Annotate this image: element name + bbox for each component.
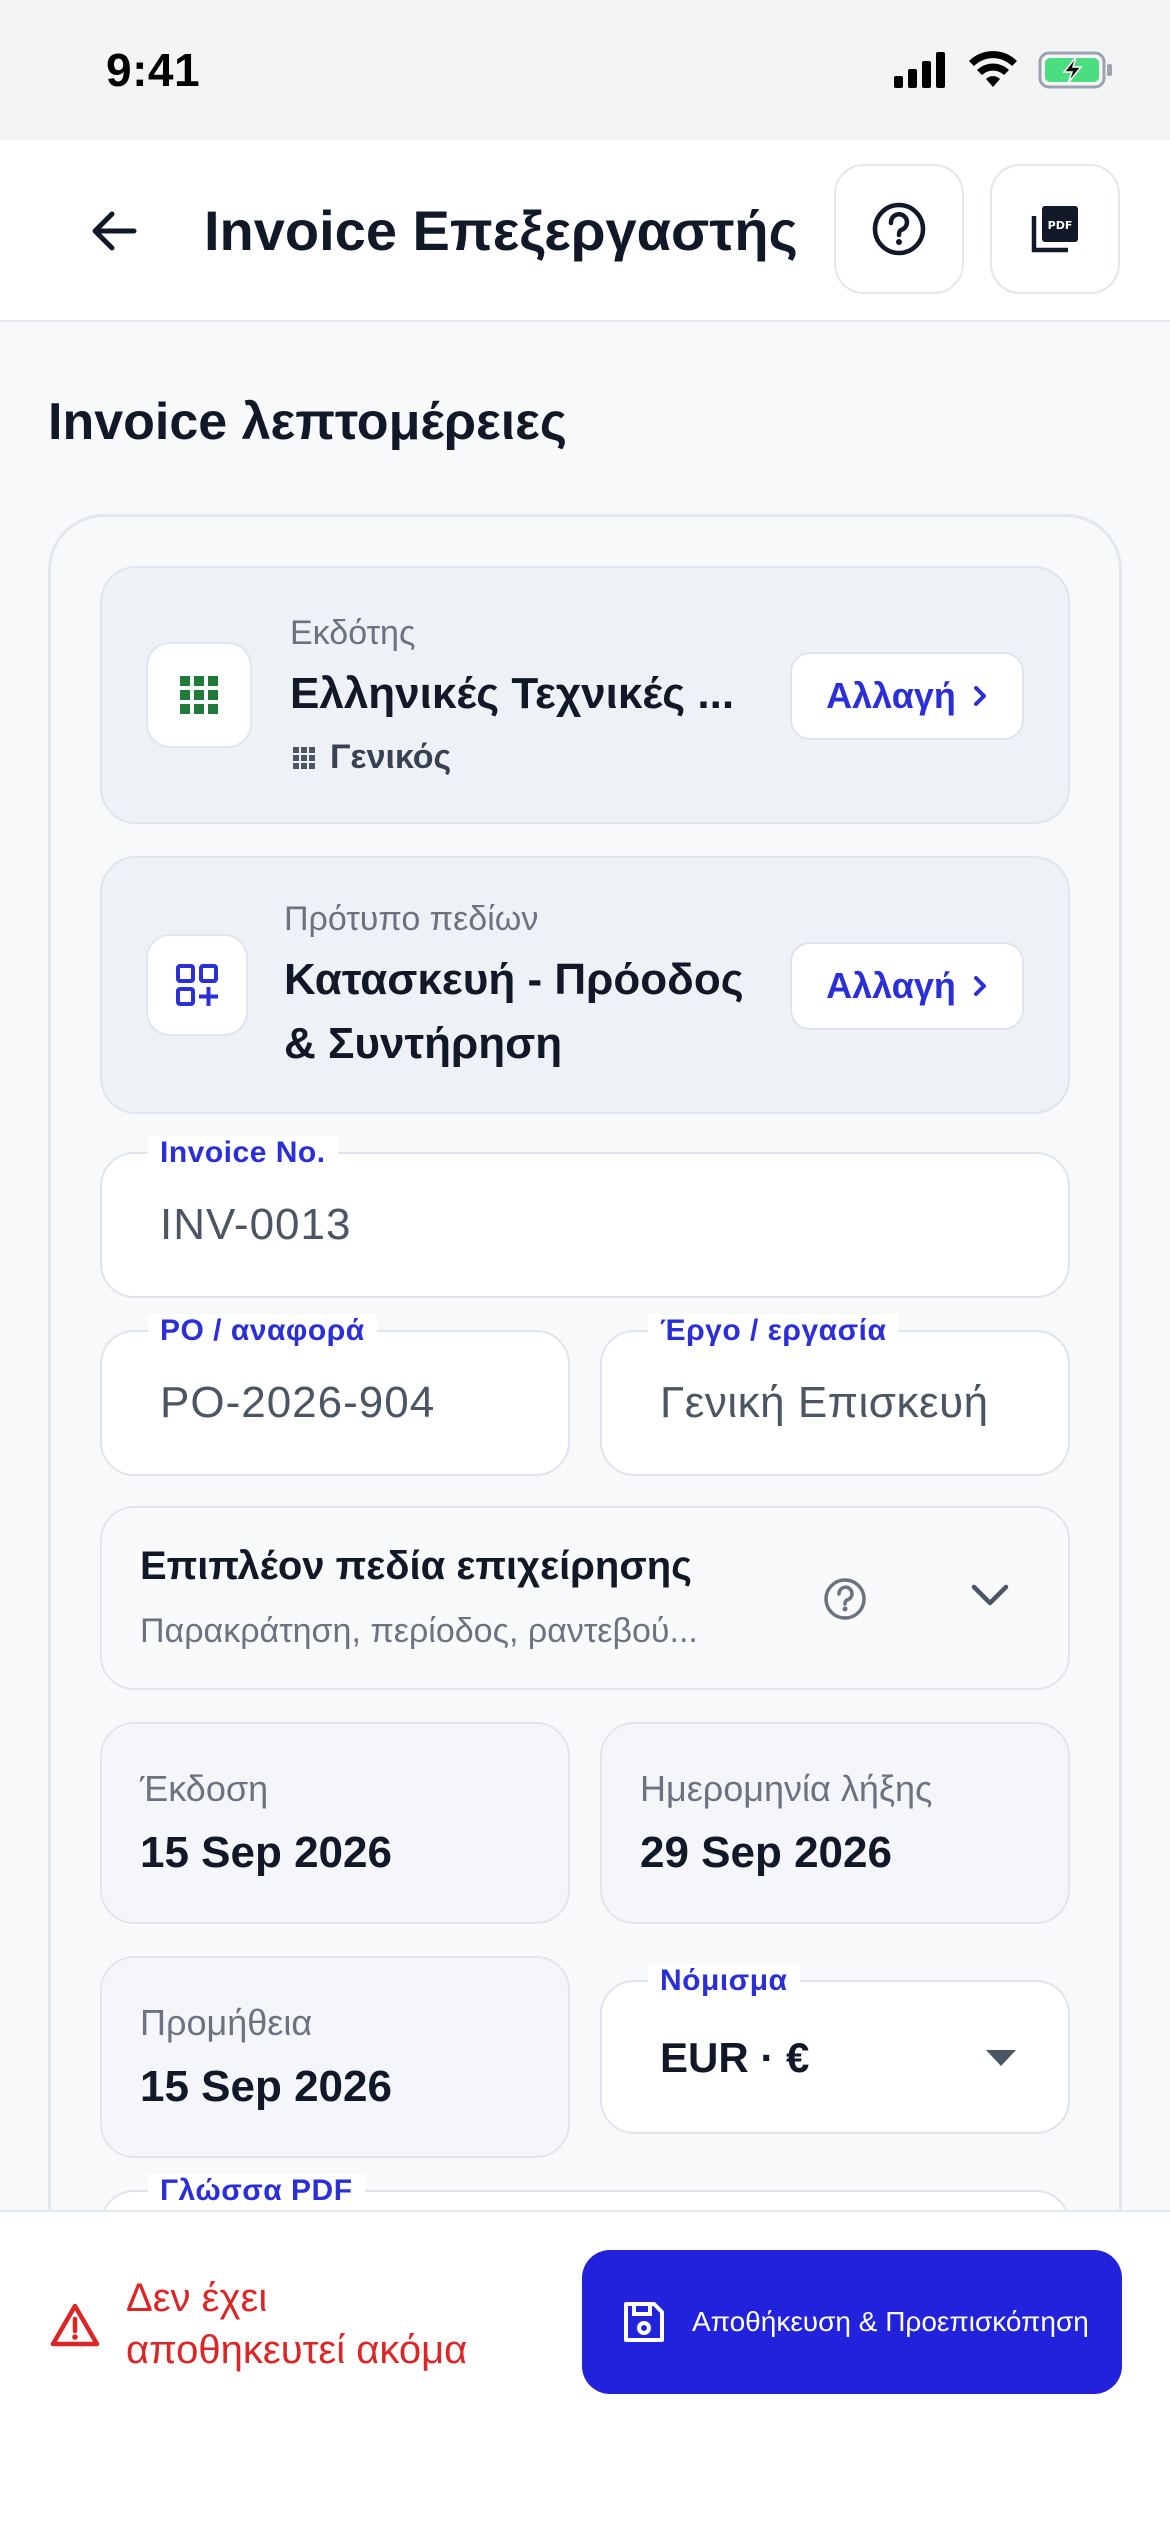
po-reference-field[interactable]: PO / αναφορά PO-2026-904 bbox=[100, 1314, 570, 1476]
supply-date-field[interactable]: Προμήθεια 15 Sep 2026 bbox=[100, 1956, 570, 2158]
expand-button[interactable] bbox=[970, 1582, 1010, 1613]
issue-date-value: 15 Sep 2026 bbox=[140, 1828, 392, 1877]
battery-charging-icon bbox=[1038, 51, 1112, 89]
invoice-number-label: Invoice No. bbox=[148, 1136, 338, 1170]
issuer-category-label: Γενικός bbox=[330, 738, 452, 776]
unsaved-warning-line2: αποθηκευτεί ακόμα bbox=[126, 2328, 468, 2372]
po-reference-value: PO-2026-904 bbox=[160, 1378, 436, 1427]
issuer-category: Γενικός bbox=[292, 738, 451, 777]
template-picker[interactable]: Πρότυπο πεδίων Κατασκευή - Πρόοδος & Συν… bbox=[100, 856, 1070, 1114]
template-name-line1: Κατασκευή - Πρόοδος bbox=[284, 955, 744, 1004]
extra-fields-toggle[interactable]: Επιπλέον πεδία επιχείρησης Παρακράτηση, … bbox=[100, 1506, 1070, 1690]
change-issuer-button[interactable]: Αλλαγή bbox=[790, 652, 1024, 740]
unsaved-warning-line1: Δεν έχει bbox=[126, 2276, 268, 2320]
extra-fields-subtitle: Παρακράτηση, περίοδος, ραντεβού... bbox=[140, 1612, 698, 1650]
status-bar: 9:41 bbox=[0, 0, 1170, 140]
due-date-field[interactable]: Ημερομηνία λήξης 29 Sep 2026 bbox=[600, 1722, 1070, 1924]
template-icon-box bbox=[146, 934, 248, 1036]
warning-triangle-icon bbox=[50, 2303, 100, 2347]
po-reference-label: PO / αναφορά bbox=[148, 1314, 377, 1348]
section-title: Invoice λεπτομέρειες bbox=[48, 393, 567, 451]
change-issuer-label: Αλλαγή bbox=[826, 675, 956, 716]
grid-plus-icon bbox=[176, 964, 218, 1006]
supply-date-caption: Προμήθεια bbox=[140, 2002, 313, 2043]
change-template-button[interactable]: Αλλαγή bbox=[790, 942, 1024, 1030]
small-grid-icon bbox=[293, 746, 315, 769]
status-icons bbox=[894, 51, 1114, 89]
project-field[interactable]: Έργο / εργασία Γενική Επισκευή bbox=[600, 1314, 1070, 1476]
arrow-left-icon bbox=[92, 211, 137, 251]
invoice-number-field[interactable]: Invoice No. INV-0013 bbox=[100, 1136, 1070, 1298]
template-caption: Πρότυπο πεδίων bbox=[284, 900, 539, 938]
save-preview-button[interactable]: Αποθήκευση & Προεπισκόπηση bbox=[582, 2250, 1122, 2394]
invoice-number-value: INV-0013 bbox=[160, 1200, 352, 1249]
save-preview-label: Αποθήκευση & Προεπισκόπηση bbox=[692, 2306, 1089, 2337]
page-title: Invoice Επεξεργαστής bbox=[204, 199, 798, 262]
issue-date-caption: Έκδοση bbox=[140, 1768, 269, 1809]
change-template-label: Αλλαγή bbox=[826, 965, 956, 1006]
currency-value: EUR · € bbox=[660, 2034, 810, 2081]
extra-fields-title: Επιπλέον πεδία επιχείρησης bbox=[140, 1544, 692, 1588]
project-label: Έργο / εργασία bbox=[648, 1314, 899, 1348]
pdf-language-label: Γλώσσα PDF bbox=[148, 2174, 365, 2208]
pdf-icon: PDF bbox=[1031, 206, 1078, 253]
back-button[interactable] bbox=[74, 198, 154, 264]
issuer-caption: Εκδότης bbox=[290, 614, 416, 652]
chevron-right-icon bbox=[973, 976, 986, 996]
floppy-disk-icon bbox=[624, 2302, 664, 2342]
help-button[interactable] bbox=[834, 164, 964, 294]
due-date-value: 29 Sep 2026 bbox=[640, 1828, 892, 1877]
pdf-button[interactable]: PDF bbox=[990, 164, 1120, 294]
caret-down-icon bbox=[986, 2050, 1016, 2066]
chevron-down-icon bbox=[971, 1584, 1009, 1606]
status-time: 9:41 bbox=[106, 44, 201, 96]
supply-date-value: 15 Sep 2026 bbox=[140, 2062, 392, 2111]
question-circle-icon bbox=[824, 1578, 866, 1620]
cellular-signal-icon bbox=[894, 52, 945, 88]
extra-fields-help-button[interactable] bbox=[822, 1576, 868, 1627]
issuer-picker[interactable]: Εκδότης Ελληνικές Τεχνικές ... Γενικός Α… bbox=[100, 566, 1070, 824]
bottom-action-bar: Δεν έχει αποθηκευτεί ακόμα Αποθήκευση & … bbox=[0, 2210, 1170, 2532]
issuer-name: Ελληνικές Τεχνικές ... bbox=[290, 669, 735, 718]
wifi-icon bbox=[969, 51, 1017, 87]
chevron-right-icon bbox=[973, 686, 986, 706]
project-value: Γενική Επισκευή bbox=[660, 1378, 989, 1427]
unsaved-warning: Δεν έχει αποθηκευτεί ακόμα bbox=[126, 2272, 467, 2376]
app-header: Invoice Επεξεργαστής PDF bbox=[0, 140, 1170, 322]
question-circle-icon bbox=[872, 202, 926, 256]
issue-date-field[interactable]: Έκδοση 15 Sep 2026 bbox=[100, 1722, 570, 1924]
due-date-caption: Ημερομηνία λήξης bbox=[640, 1768, 933, 1809]
svg-text:PDF: PDF bbox=[1048, 219, 1073, 232]
template-name-line2: & Συντήρηση bbox=[284, 1019, 563, 1068]
currency-label: Νόμισμα bbox=[648, 1964, 800, 1998]
issuer-icon-box bbox=[146, 642, 252, 748]
grid-icon bbox=[180, 676, 218, 714]
currency-select[interactable]: Νόμισμα EUR · € bbox=[600, 1964, 1070, 2134]
